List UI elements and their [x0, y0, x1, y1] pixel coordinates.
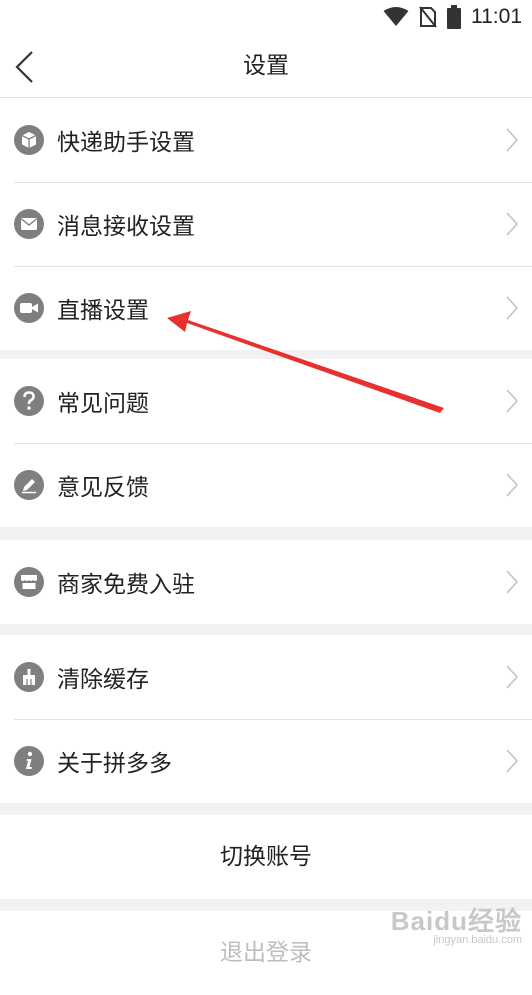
chevron-right-icon: [506, 389, 518, 413]
status-time: 11:01: [471, 5, 522, 28]
row-clear-cache[interactable]: 清除缓存: [0, 635, 532, 719]
no-sim-icon: [419, 6, 437, 28]
row-feedback[interactable]: 意见反馈: [0, 443, 532, 527]
chevron-right-icon: [506, 473, 518, 497]
pencil-icon: [14, 470, 44, 500]
row-express-assistant-settings[interactable]: 快递助手设置: [0, 98, 532, 182]
nav-bar: 设置: [0, 34, 532, 98]
row-label: 直播设置: [57, 298, 149, 324]
settings-group-4: 清除缓存 关于拼多多: [0, 635, 532, 803]
chevron-right-icon: [506, 128, 518, 152]
row-label: 消息接收设置: [57, 214, 195, 240]
settings-group-2: 常见问题 意见反馈: [0, 359, 532, 527]
info-icon: [14, 746, 44, 776]
package-icon: [14, 125, 44, 155]
question-icon: [14, 386, 44, 416]
row-message-settings[interactable]: 消息接收设置: [0, 182, 532, 266]
row-label: 意见反馈: [57, 475, 149, 501]
video-camera-icon: [14, 293, 44, 323]
chevron-right-icon: [506, 749, 518, 773]
row-label: 商家免费入驻: [57, 572, 195, 598]
page-title: 设置: [243, 53, 289, 79]
chevron-right-icon: [506, 570, 518, 594]
mail-icon: [14, 209, 44, 239]
settings-group-3: 商家免费入驻: [0, 540, 532, 624]
switch-account-button[interactable]: 切换账号: [0, 815, 532, 899]
wifi-icon: [383, 7, 409, 26]
row-label: 常见问题: [57, 391, 149, 417]
status-bar: 11:01: [0, 0, 532, 34]
chevron-right-icon: [506, 212, 518, 236]
row-label: 关于拼多多: [57, 751, 172, 777]
row-faq[interactable]: 常见问题: [0, 359, 532, 443]
store-icon: [14, 567, 44, 597]
chevron-right-icon: [506, 296, 518, 320]
row-live-settings[interactable]: 直播设置: [0, 266, 532, 350]
baidu-watermark: Baidu经验 jingyan.baidu.com: [391, 901, 522, 946]
broom-icon: [14, 662, 44, 692]
row-label: 快递助手设置: [57, 130, 195, 156]
row-about[interactable]: 关于拼多多: [0, 719, 532, 803]
row-label: 清除缓存: [57, 667, 149, 693]
row-merchant-join[interactable]: 商家免费入驻: [0, 540, 532, 624]
chevron-right-icon: [506, 665, 518, 689]
watermark-brand: Baidu经验: [390, 906, 522, 936]
battery-icon: [447, 5, 461, 29]
settings-group-1: 快递助手设置 消息接收设置 直播设置: [0, 98, 532, 350]
